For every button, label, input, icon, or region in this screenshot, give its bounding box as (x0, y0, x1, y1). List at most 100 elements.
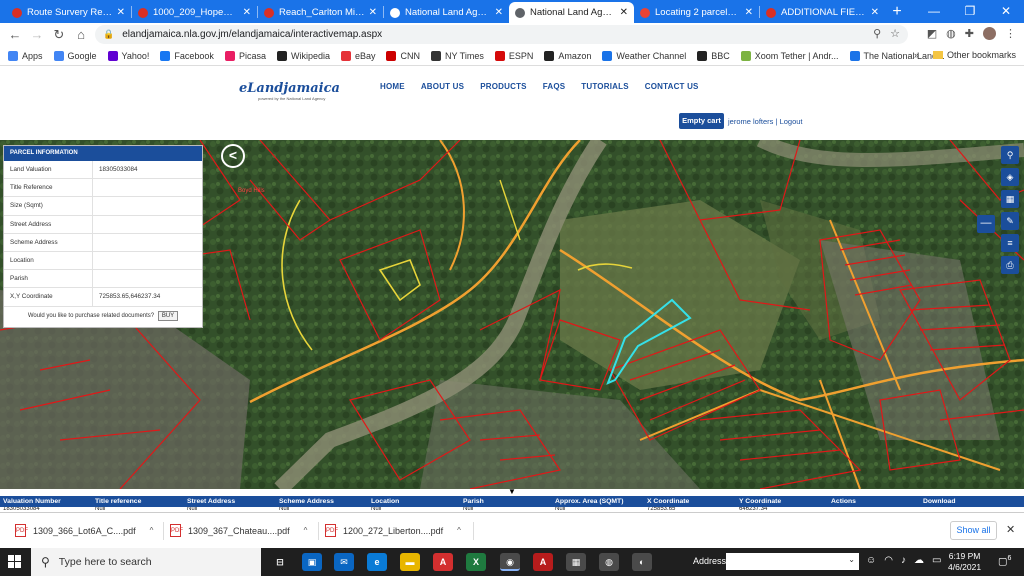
bookmark-item[interactable]: Picasa (224, 50, 266, 61)
chevron-down-icon[interactable]: ⌄ (848, 555, 855, 564)
chrome-icon[interactable]: ◉ (500, 553, 520, 571)
browser-tab[interactable]: Route Survery Request ✕ (6, 2, 131, 23)
download-item[interactable]: PDF 1309_366_Lot6A_C....pdf ^ (15, 524, 153, 537)
zoom-icon[interactable]: ⚲ (873, 27, 881, 40)
table-column-header[interactable]: Parish (460, 496, 552, 507)
task-view-icon[interactable]: ⊟ (270, 553, 290, 571)
tab-close-icon[interactable]: ✕ (871, 7, 879, 18)
window-minimize-icon[interactable]: — (916, 0, 952, 23)
extension-icon[interactable]: ◩ (927, 27, 937, 40)
new-tab-button[interactable]: + (885, 3, 909, 21)
table-column-header[interactable]: Scheme Address (276, 496, 368, 507)
notification-center-icon[interactable]: ▢6 (998, 555, 1011, 567)
user-name-link[interactable]: jerome lofters (728, 117, 773, 126)
table-column-header[interactable]: X Coordinate (644, 496, 736, 507)
reload-icon[interactable]: ↻ (48, 27, 70, 43)
window-close-icon[interactable]: ✕ (988, 0, 1024, 23)
bookmark-item[interactable]: Wikipedia (276, 50, 330, 61)
browser-tab[interactable]: 1000_209_Hopewel be ✕ (132, 2, 257, 23)
bookmark-item[interactable]: Google (53, 50, 97, 61)
tab-close-icon[interactable]: ✕ (495, 7, 503, 18)
bookmark-item[interactable]: Facebook (160, 50, 214, 61)
site-nav-about-us[interactable]: ABOUT US (421, 82, 464, 91)
show-all-downloads-button[interactable]: Show all (950, 521, 997, 540)
zoom-out-button[interactable]: — (977, 215, 995, 233)
site-nav-tutorials[interactable]: TUTORIALS (581, 82, 628, 91)
bookmark-item[interactable]: Weather Channel (602, 50, 686, 61)
site-nav-home[interactable]: HOME (380, 82, 405, 91)
browser-tab[interactable]: Reach_Carlton Mitchell ✕ (258, 2, 383, 23)
other-bookmarks[interactable]: Other bookmarks (947, 50, 1016, 60)
browser-tab[interactable]: National Land Agency ✕ (384, 2, 509, 23)
network-app-icon[interactable]: ◍ (599, 553, 619, 571)
bookmark-item[interactable]: eBay (340, 50, 375, 61)
table-column-header[interactable]: Valuation Number (0, 496, 92, 507)
attribute-table-toggle-icon[interactable]: ▼ (508, 487, 516, 496)
table-column-header[interactable]: Street Address (184, 496, 276, 507)
acrobat-reader-icon[interactable]: A (533, 553, 553, 571)
logout-link[interactable]: Logout (780, 117, 803, 126)
bookmarks-more-icon[interactable]: » (914, 50, 919, 60)
home-icon[interactable]: ⌂ (70, 27, 92, 42)
chevron-up-icon[interactable]: ^ (457, 526, 461, 535)
search-icon[interactable]: ⚲ (1001, 146, 1019, 164)
browser-tab[interactable]: Locating 2 parcels in C ✕ (634, 2, 759, 23)
address-bar[interactable]: 🔒 elandjamaica.nla.gov.jm/elandjamaica/i… (95, 25, 908, 44)
empty-cart-button[interactable]: Empty cart (679, 113, 724, 129)
table-column-header[interactable]: Approx. Area (SQMT) (552, 496, 644, 507)
bookmark-item[interactable]: CNN (386, 50, 420, 61)
bookmark-item[interactable]: Amazon (544, 50, 591, 61)
site-nav-faqs[interactable]: FAQS (543, 82, 566, 91)
network-icon[interactable]: ◠ (884, 555, 893, 566)
windows-start-icon[interactable] (8, 555, 21, 568)
table-column-header[interactable]: Actions (828, 496, 920, 507)
tools-app-icon[interactable]: ◐ (632, 553, 652, 571)
forward-icon[interactable]: → (26, 27, 48, 42)
bookmark-item[interactable]: Apps (8, 50, 43, 61)
bookmark-item[interactable]: Yahoo! (107, 50, 149, 61)
site-nav-contact-us[interactable]: CONTACT US (645, 82, 699, 91)
print-icon[interactable]: ⎙ (1001, 256, 1019, 274)
browser-tab[interactable]: National Land Agency ✕ (509, 2, 634, 23)
edge-icon[interactable]: e (367, 553, 387, 571)
layers-icon[interactable]: ◈ (1001, 168, 1019, 186)
file-explorer-icon[interactable]: ▬ (400, 553, 420, 571)
site-logo[interactable]: eLandjamaica (239, 81, 340, 96)
people-icon[interactable]: ☺ (866, 555, 876, 566)
table-column-header[interactable]: Title reference (92, 496, 184, 507)
battery-icon[interactable]: ▭ (932, 555, 941, 566)
taskbar-address-input[interactable]: ⌄ (726, 553, 859, 570)
tab-close-icon[interactable]: ✕ (117, 7, 125, 18)
cloud-icon[interactable]: ☁ (914, 555, 924, 566)
map-back-button[interactable]: < (221, 144, 245, 168)
chevron-up-icon[interactable]: ^ (150, 526, 154, 535)
bookmark-star-icon[interactable]: ☆ (890, 27, 900, 40)
window-restore-icon[interactable]: ❐ (952, 0, 988, 23)
bookmark-item[interactable]: Xoom Tether | Andr... (740, 50, 839, 61)
mail-icon[interactable]: ✉ (334, 553, 354, 571)
tab-close-icon[interactable]: ✕ (745, 7, 753, 18)
store-icon[interactable]: ▣ (302, 553, 322, 571)
browser-tab[interactable]: ADDITIONAL FIELD NO ✕ (760, 2, 885, 23)
bookmark-item[interactable]: NY Times (430, 50, 484, 61)
tab-close-icon[interactable]: ✕ (369, 7, 377, 18)
taskbar-search-box[interactable]: ⚲ Type here to search (31, 548, 261, 576)
site-nav-products[interactable]: PRODUCTS (480, 82, 527, 91)
list-icon[interactable]: ≡ (1001, 234, 1019, 252)
buy-button[interactable]: BUY (157, 310, 179, 321)
profile-avatar[interactable] (983, 27, 996, 40)
bookmark-item[interactable]: ESPN (494, 50, 533, 61)
grid-icon[interactable]: ▦ (1001, 190, 1019, 208)
taskbar-clock[interactable]: 6:19 PM 4/6/2021 (948, 551, 981, 573)
download-item[interactable]: PDF 1309_367_Chateau....pdf ^ (170, 524, 307, 537)
back-icon[interactable]: ← (4, 27, 26, 42)
table-column-header[interactable]: Location (368, 496, 460, 507)
download-item[interactable]: PDF 1200_272_Liberton....pdf ^ (325, 524, 461, 537)
excel-icon[interactable]: X (466, 553, 486, 571)
calculator-icon[interactable]: ▦ (566, 553, 586, 571)
close-download-bar-icon[interactable]: ✕ (1006, 523, 1015, 536)
puzzle-icon[interactable]: ✚ (965, 27, 974, 40)
chevron-up-icon[interactable]: ^ (304, 526, 308, 535)
volume-icon[interactable]: ♪ (901, 555, 906, 566)
tab-close-icon[interactable]: ✕ (243, 7, 251, 18)
